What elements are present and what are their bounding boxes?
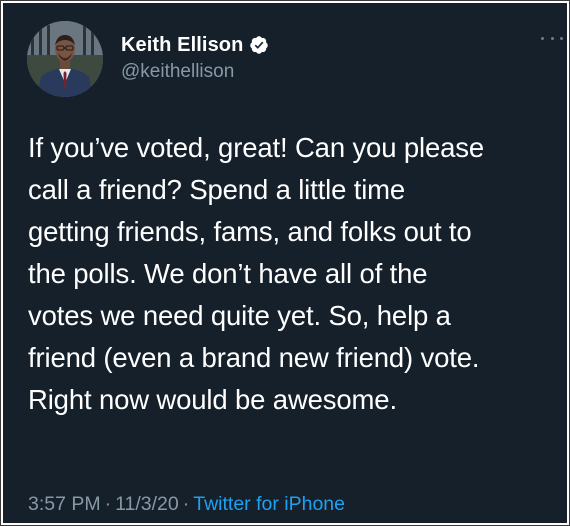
tweet-text-line: Right now would be awesome. (28, 384, 397, 415)
verified-badge-icon (249, 35, 269, 55)
avatar[interactable] (27, 21, 103, 97)
tweet-card: Keith Ellison @keithellison If you’ve vo… (3, 3, 567, 523)
more-options-icon[interactable] (541, 33, 563, 43)
tweet-meta: 3:57 PM · 11/3/20 · Twitter for iPhone (28, 492, 345, 516)
tweet-text-line: friend (even a brand new friend) vote. (28, 342, 480, 373)
author-display-name[interactable]: Keith Ellison (121, 32, 243, 58)
tweet-text-line: votes we need quite yet. So, help a (28, 300, 451, 331)
tweet-text-line: call a friend? Spend a little time (28, 174, 406, 205)
avatar-image (27, 21, 103, 97)
meta-separator: · (104, 493, 112, 515)
author-handle[interactable]: @keithellison (121, 60, 234, 84)
tweet-source-link[interactable]: Twitter for iPhone (193, 493, 345, 515)
tweet-text-line: the polls. We don’t have all of the (28, 258, 428, 289)
tweet-time[interactable]: 3:57 PM (28, 493, 101, 515)
tweet-text: If you’ve voted, great! Can you please c… (28, 127, 563, 421)
tweet-date[interactable]: 11/3/20 (115, 493, 179, 515)
more-dot (541, 36, 544, 40)
meta-separator: · (182, 493, 190, 515)
more-dot (550, 36, 554, 40)
more-dot (560, 36, 563, 40)
tweet-text-line: getting friends, fams, and folks out to (28, 216, 472, 247)
tweet-text-line: If you’ve voted, great! Can you please (28, 132, 484, 163)
author-name-row[interactable]: Keith Ellison (121, 31, 269, 59)
screenshot-frame: Keith Ellison @keithellison If you’ve vo… (0, 0, 570, 526)
